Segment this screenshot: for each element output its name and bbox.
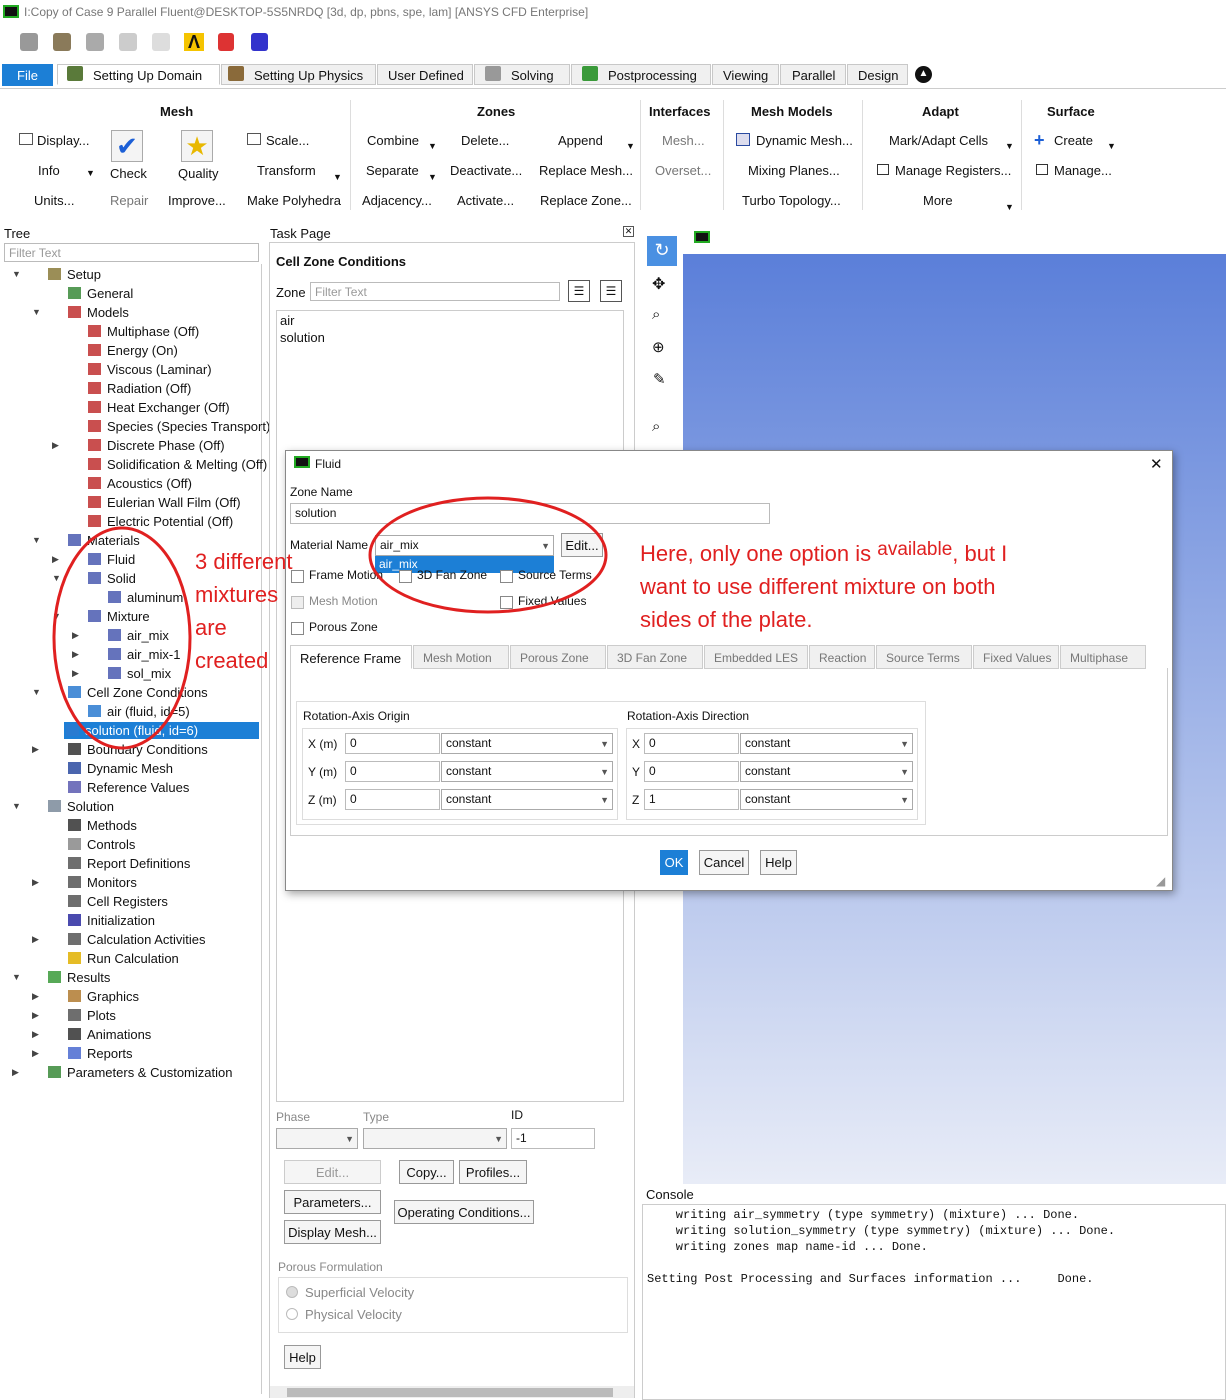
annotation-ellipse-tree: [52, 526, 192, 750]
annotation-overlay: [52, 496, 608, 750]
annotation-left-text: 3 different mixtures are created: [195, 549, 293, 673]
annotation-right-text: Here, only one option is available, but …: [640, 539, 1008, 632]
annotation-ellipse-material: [368, 496, 608, 614]
